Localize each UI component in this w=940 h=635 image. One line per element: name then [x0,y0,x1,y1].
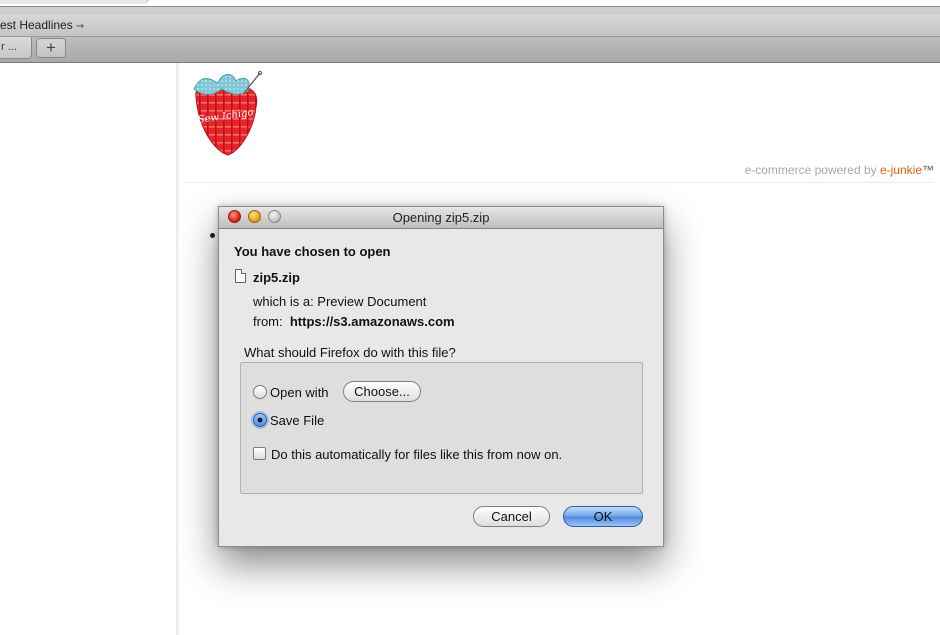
dialog-title: Opening zip5.zip [392,210,490,225]
action-question: What should Firefox do with this file? [244,345,456,360]
open-with-radio[interactable] [253,385,267,399]
tab-label: r ... [1,41,17,53]
ok-button[interactable]: OK [563,506,643,527]
choose-button[interactable]: Choose... [343,381,421,402]
cancel-button[interactable]: Cancel [473,506,550,527]
from-label: from: [253,314,283,329]
save-file-label[interactable]: Save File [270,413,324,428]
list-bullet [210,233,215,238]
sew-ichigo-logo[interactable]: Sew Ichigo [188,67,268,163]
dialog-titlebar[interactable]: Opening zip5.zip [219,207,663,229]
file-source: from: https://s3.amazonaws.com [253,314,455,329]
auto-action-checkbox[interactable] [253,447,266,460]
auto-action-label[interactable]: Do this automatically for files like thi… [271,447,562,462]
file-type: which is a: Preview Document [253,294,427,309]
horizontal-rule [184,182,934,183]
bookmarks-toolbar: est Headlines ⇝ [0,14,940,37]
url-field[interactable] [0,0,940,7]
powered-prefix: e-commerce powered by [744,163,880,177]
powered-by: e-commerce powered by e-junkie™ [745,163,934,177]
tab-current[interactable]: r ... [0,37,32,59]
file-name: zip5.zip [253,270,300,285]
url-bar[interactable] [0,0,940,14]
rss-icon: ⇝ [75,21,85,32]
document-icon [235,269,246,283]
sidebar-divider [176,63,179,635]
open-with-label[interactable]: Open with [270,385,329,400]
identity-button[interactable] [0,0,151,4]
trademark: ™ [922,163,934,177]
e-junkie-link[interactable]: e-junkie [880,163,922,177]
dialog-heading: You have chosen to open [234,244,391,259]
download-dialog: Opening zip5.zip You have chosen to open… [218,206,664,547]
tab-bar: r ... + [0,37,940,63]
bookmark-label: est Headlines [0,18,73,32]
new-tab-button[interactable]: + [36,38,66,58]
bookmark-latest-headlines[interactable]: est Headlines ⇝ [0,18,84,32]
save-file-radio[interactable] [253,413,267,427]
from-value: https://s3.amazonaws.com [289,314,455,329]
action-group: Open with Choose... Save File Do this au… [240,362,643,494]
